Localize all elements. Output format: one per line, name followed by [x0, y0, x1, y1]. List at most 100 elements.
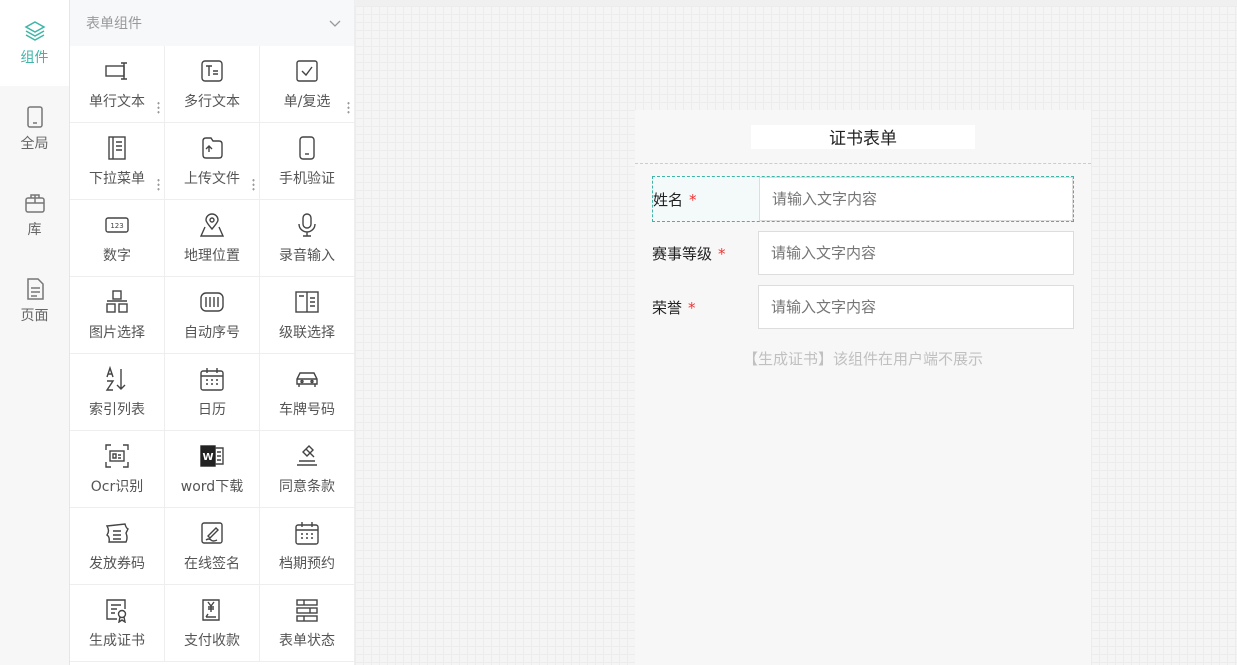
component-label: 自动序号: [184, 324, 240, 341]
component-license-plate[interactable]: 车牌号码: [260, 354, 355, 431]
component-location[interactable]: 地理位置: [165, 200, 260, 277]
chevron-down-icon: [329, 20, 341, 27]
svg-text:123: 123: [110, 222, 123, 230]
word-icon: W: [200, 444, 224, 467]
component-calendar[interactable]: 日历: [165, 354, 260, 431]
component-label: 索引列表: [89, 401, 145, 418]
competition-level-input[interactable]: [758, 231, 1074, 275]
component-label: 下拉菜单: [89, 170, 145, 187]
component-index-list[interactable]: 索引列表: [70, 354, 165, 431]
component-grid: 单行文本 多行文本 单/复选 下拉菜单 上传文件 手机验证 123 数字 地理位…: [70, 46, 355, 662]
component-multi-line-text[interactable]: 多行文本: [165, 46, 260, 123]
component-label: 单行文本: [89, 93, 145, 110]
component-voice-input[interactable]: 录音输入: [260, 200, 355, 277]
component-label: 录音输入: [279, 247, 335, 264]
component-word-download[interactable]: W word下载: [165, 431, 260, 508]
calendar-icon: [200, 367, 224, 391]
car-icon: [296, 371, 318, 387]
component-label: 上传文件: [184, 170, 240, 187]
layers-icon: [23, 21, 46, 41]
component-single-line-text[interactable]: 单行文本: [70, 46, 165, 123]
component-coupon[interactable]: 发放券码: [70, 508, 165, 585]
component-label: 生成证书: [89, 632, 145, 649]
component-agree-terms[interactable]: 同意条款: [260, 431, 355, 508]
component-payment[interactable]: 支付收款: [165, 585, 260, 662]
design-canvas: 证书表单 姓名 * 赛事等级 * 荣誉 * 【生成证书】该组件在用户端不展示: [355, 6, 1237, 665]
gavel-icon: [297, 444, 317, 466]
multi-line-text-icon: [201, 59, 223, 82]
status-icon: [296, 598, 318, 622]
checkbox-icon: [296, 59, 318, 82]
form-preview: 证书表单 姓名 * 赛事等级 * 荣誉 * 【生成证书】该组件在用户端不展示: [635, 110, 1091, 665]
component-label: 手机验证: [279, 170, 335, 187]
component-cascade[interactable]: 级联选择: [260, 277, 355, 354]
coupon-icon: [105, 522, 129, 543]
certificate-note[interactable]: 【生成证书】该组件在用户端不展示: [652, 348, 1074, 369]
component-label: 级联选择: [279, 324, 335, 341]
component-label: 档期预约: [279, 555, 335, 572]
component-label: 地理位置: [184, 247, 240, 264]
component-form-status[interactable]: 表单状态: [260, 585, 355, 662]
barcode-icon: [200, 291, 224, 312]
field-label: 姓名 *: [653, 189, 759, 210]
honor-input[interactable]: [758, 285, 1074, 329]
drag-handle-icon[interactable]: [157, 101, 160, 114]
form-title[interactable]: 证书表单: [751, 124, 975, 149]
certificate-icon: [106, 598, 127, 623]
component-label: 表单状态: [279, 632, 335, 649]
field-name[interactable]: 姓名 *: [652, 176, 1074, 222]
single-line-text-icon: [105, 61, 127, 80]
required-mark: *: [688, 298, 696, 317]
scan-icon: [105, 443, 129, 468]
rail-label: 库: [27, 222, 42, 238]
name-input[interactable]: [759, 177, 1073, 221]
component-auto-number[interactable]: 自动序号: [165, 277, 260, 354]
rail-item-global[interactable]: 全局: [0, 86, 69, 172]
signature-icon: [201, 521, 223, 544]
drag-handle-icon[interactable]: [252, 178, 255, 191]
component-image-select[interactable]: 图片选择: [70, 277, 165, 354]
component-checkbox[interactable]: 单/复选: [260, 46, 355, 123]
required-mark: *: [718, 244, 726, 263]
component-dropdown[interactable]: 下拉菜单: [70, 123, 165, 200]
rail-label: 组件: [20, 50, 49, 66]
number-icon: 123: [105, 216, 129, 233]
required-mark: *: [689, 190, 697, 209]
component-panel: 表单组件 单行文本 多行文本 单/复选 下拉菜单 上传文件 手机验证 123 数…: [70, 0, 355, 665]
field-competition-level[interactable]: 赛事等级 *: [652, 230, 1074, 276]
schedule-icon: [295, 521, 319, 545]
component-upload-file[interactable]: 上传文件: [165, 123, 260, 200]
rail-item-pages[interactable]: 页面: [0, 258, 69, 344]
panel-title: 表单组件: [86, 16, 142, 32]
component-phone[interactable]: 手机验证: [260, 123, 355, 200]
component-label: 图片选择: [89, 324, 145, 341]
rail-item-components[interactable]: 组件: [0, 0, 69, 86]
field-label: 荣誉 *: [652, 297, 758, 318]
phone-icon: [299, 135, 315, 160]
component-label: 发放券码: [89, 555, 145, 572]
drag-handle-icon[interactable]: [347, 101, 350, 114]
tablet-icon: [26, 106, 43, 128]
field-label-text: 姓名: [653, 190, 684, 209]
rail-item-library[interactable]: 库: [0, 172, 69, 258]
component-label: 多行文本: [184, 93, 240, 110]
rail-label: 页面: [20, 308, 49, 324]
component-label: 车牌号码: [279, 401, 335, 418]
component-label: Ocr识别: [90, 478, 144, 495]
component-label: word下载: [180, 478, 244, 495]
component-certificate[interactable]: 生成证书: [70, 585, 165, 662]
microphone-icon: [298, 212, 316, 237]
field-label-text: 荣誉: [652, 298, 683, 317]
component-label: 日历: [198, 401, 226, 418]
component-label: 数字: [103, 247, 131, 264]
field-honor[interactable]: 荣誉 *: [652, 284, 1074, 330]
box-icon: [24, 194, 45, 213]
component-ocr[interactable]: Ocr识别: [70, 431, 165, 508]
component-label: 单/复选: [283, 93, 331, 110]
component-online-signature[interactable]: 在线签名: [165, 508, 260, 585]
drag-handle-icon[interactable]: [157, 178, 160, 191]
panel-header[interactable]: 表单组件: [70, 0, 354, 46]
dropdown-icon: [108, 135, 126, 160]
component-number[interactable]: 123 数字: [70, 200, 165, 277]
component-schedule[interactable]: 档期预约: [260, 508, 355, 585]
